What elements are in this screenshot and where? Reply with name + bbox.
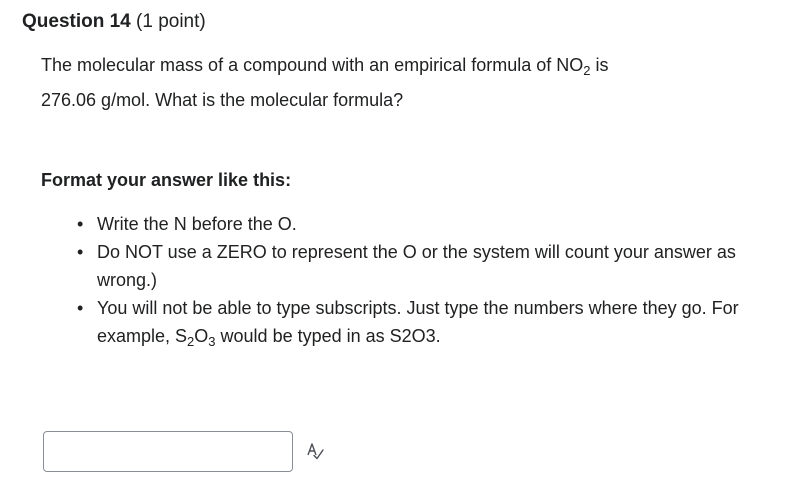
answer-input[interactable] bbox=[44, 432, 292, 471]
prompt-line-1-suffix: is bbox=[590, 55, 609, 75]
question-prompt: The molecular mass of a compound with an… bbox=[41, 48, 781, 118]
format-heading: Format your answer like this: bbox=[41, 170, 292, 190]
prompt-line-1: The molecular mass of a compound with an… bbox=[41, 48, 781, 83]
spellcheck-icon[interactable] bbox=[306, 442, 324, 460]
question-header: Question 14 (1 point) bbox=[22, 10, 206, 34]
format-rules-list: Write the N before the O. Do NOT use a Z… bbox=[41, 210, 777, 350]
rule-text-mid: O bbox=[194, 326, 209, 346]
rule-item: You will not be able to type subscripts.… bbox=[77, 294, 777, 350]
question-title: Question 14 bbox=[22, 11, 131, 32]
rule-item: Do NOT use a ZERO to represent the O or … bbox=[77, 238, 777, 294]
prompt-line-1-text: The molecular mass of a compound with an… bbox=[41, 55, 584, 75]
prompt-line-2: 276.06 g/mol. What is the molecular form… bbox=[41, 90, 404, 110]
rule-text-suffix: would be typed in as S2O3. bbox=[215, 326, 441, 346]
rule-item: Write the N before the O. bbox=[77, 210, 777, 238]
question-points: (1 point) bbox=[136, 11, 206, 32]
answer-field[interactable] bbox=[43, 431, 293, 472]
rule-subscript: 3 bbox=[208, 334, 216, 349]
